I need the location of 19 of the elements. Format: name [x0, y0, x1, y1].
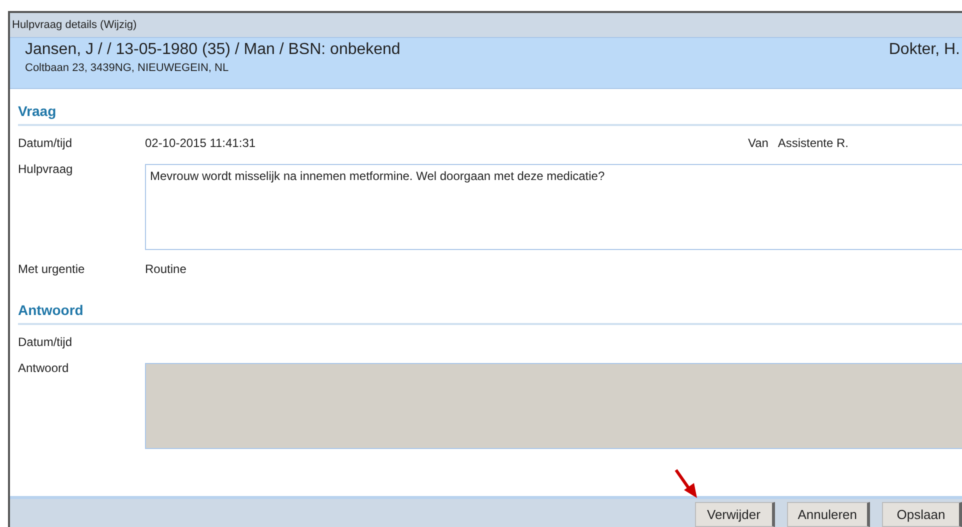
- field-label: Van: [748, 136, 768, 150]
- field-value: Routine: [145, 262, 188, 276]
- action-button[interactable]: Verwijder: [694, 502, 775, 527]
- patient-name: Jansen, J / / 13-05-1980 (35) / Man / BSN: onbekend: [25, 41, 400, 59]
- field-label: Datum/tijd: [18, 136, 74, 150]
- doctor-name: Dokter, H.: [888, 41, 961, 60]
- field-label: Hulpvraag: [18, 162, 74, 176]
- section-heading: Antwoord: [18, 288, 962, 325]
- field-value: 02-10-2015 11:41:31: [145, 136, 257, 150]
- action-button[interactable]: Annuleren: [786, 502, 870, 527]
- window-title: Hulpvraag details (Wijzig): [10, 13, 962, 38]
- field-label: Datum/tijd: [18, 335, 74, 349]
- section-heading: Vraag: [18, 89, 962, 126]
- field-value: Assistente R.: [778, 136, 849, 150]
- action-button[interactable]: Opslaan: [882, 502, 962, 527]
- field-label: Met urgentie: [18, 262, 86, 276]
- field-label: Antwoord: [18, 361, 70, 375]
- patient-address: Coltbaan 23, 3439NG, NIEUWEGEIN, NL: [25, 62, 230, 74]
- text-area[interactable]: Mevrouw wordt misselijk na innemen metformine. Wel doorgaan met deze medicatie?: [145, 164, 962, 250]
